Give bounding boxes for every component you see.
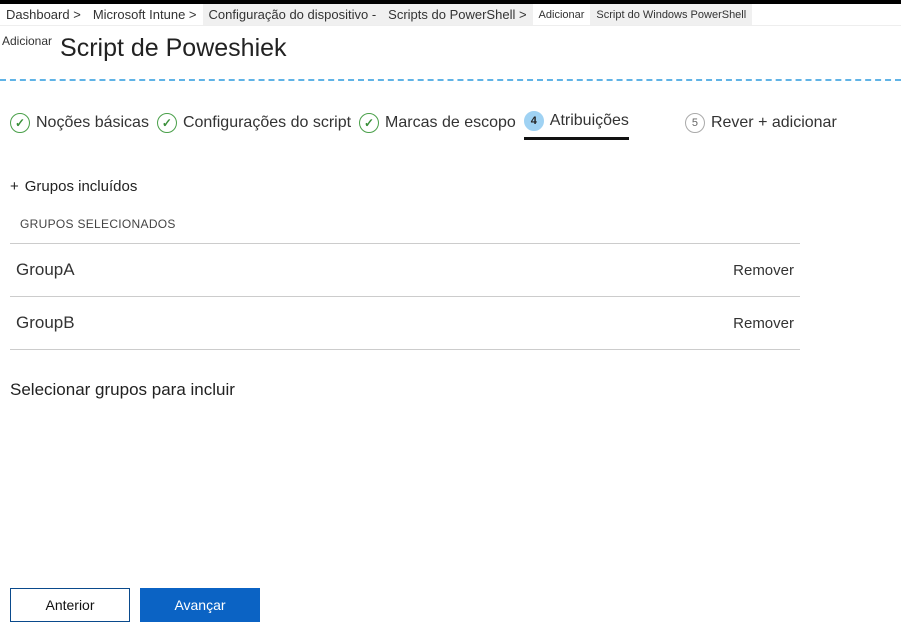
breadcrumb-item[interactable]: Configuração do dispositivo - (203, 4, 383, 25)
group-name: GroupB (16, 313, 75, 333)
wizard-step-label: Rever + adicionar (711, 114, 837, 132)
group-row: GroupA Remover (10, 244, 800, 297)
wizard-step-label: Marcas de escopo (385, 114, 516, 132)
divider-dashed (0, 79, 901, 81)
previous-button[interactable]: Anterior (10, 588, 130, 622)
selected-groups-label: GRUPOS SELECIONADOS (20, 217, 891, 231)
plus-icon: + (10, 179, 19, 194)
breadcrumb-item[interactable]: Script do Windows PowerShell (590, 4, 752, 25)
add-groups-label: Grupos incluídos (25, 178, 138, 195)
wizard-footer: Anterior Avançar (10, 588, 260, 622)
wizard-step-label: Noções básicas (36, 114, 149, 132)
wizard-step-config[interactable]: Configurações do script (157, 113, 351, 139)
group-list: GroupA Remover GroupB Remover (10, 243, 800, 350)
check-icon (359, 113, 379, 133)
step-number-icon: 5 (685, 113, 705, 133)
add-included-groups[interactable]: + Grupos incluídos (10, 178, 137, 195)
breadcrumb-item[interactable]: Scripts do PowerShell > (382, 4, 532, 25)
breadcrumb-item[interactable]: Microsoft Intune > (87, 4, 203, 25)
next-button[interactable]: Avançar (140, 588, 260, 622)
page-overline: Adicionar (2, 34, 52, 48)
group-row: GroupB Remover (10, 297, 800, 350)
assignments-content: + Grupos incluídos GRUPOS SELECIONADOS G… (0, 178, 901, 400)
wizard-steps: Noções básicas Configurações do script Mar… (0, 111, 901, 148)
wizard-step-assign[interactable]: 4 Atribuições (524, 111, 629, 140)
group-name: GroupA (16, 260, 75, 280)
breadcrumb-item[interactable]: Dashboard > (0, 4, 87, 25)
breadcrumb-item[interactable]: Adicionar (533, 4, 591, 25)
page-header: Adicionar Script de Poweshiek (0, 26, 901, 73)
step-number-icon: 4 (524, 111, 544, 131)
breadcrumb: Dashboard >Microsoft Intune >Configuraçã… (0, 4, 901, 26)
wizard-step-label: Configurações do script (183, 114, 351, 132)
wizard-step-label: Atribuições (550, 112, 629, 130)
page-title: Script de Poweshiek (60, 34, 287, 63)
remove-group-link[interactable]: Remover (733, 315, 794, 332)
check-icon (10, 113, 30, 133)
select-groups-link[interactable]: Selecionar grupos para incluir (10, 380, 891, 400)
wizard-step-scope[interactable]: Marcas de escopo (359, 113, 516, 139)
check-icon (157, 113, 177, 133)
remove-group-link[interactable]: Remover (733, 262, 794, 279)
wizard-step-basics[interactable]: Noções básicas (10, 113, 149, 139)
wizard-step-review[interactable]: 5 Rever + adicionar (685, 113, 837, 139)
